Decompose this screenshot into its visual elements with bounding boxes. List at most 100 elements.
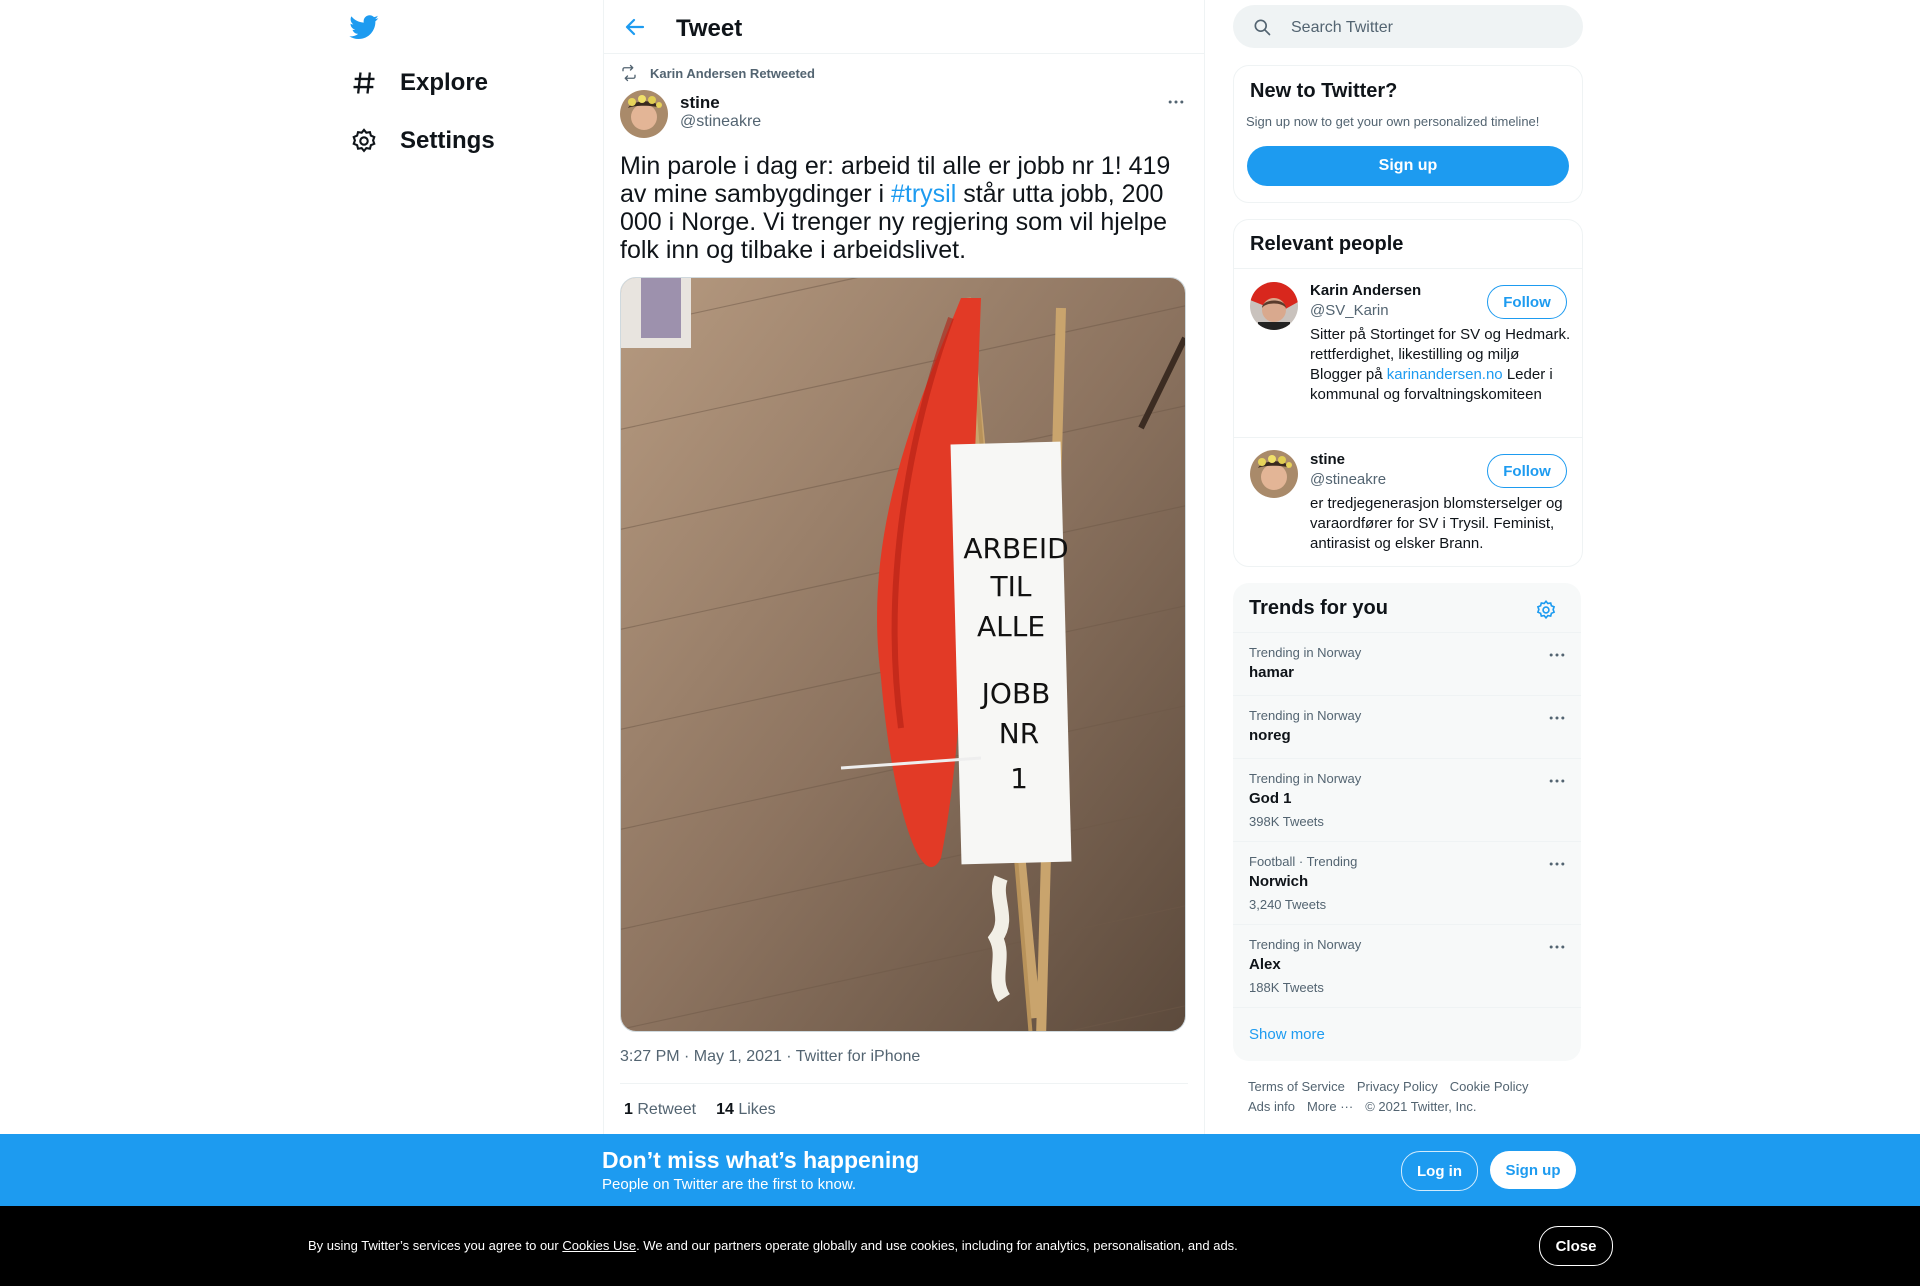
back-arrow-icon[interactable] <box>623 15 647 39</box>
search-icon <box>1254 19 1271 36</box>
footer-link[interactable]: Terms of Service <box>1248 1079 1345 1094</box>
note-line: JOBB <box>980 677 1051 710</box>
note-line: 1 <box>1010 762 1028 795</box>
cookies-use-link[interactable]: Cookies Use <box>562 1238 636 1253</box>
nav-explore[interactable]: Explore <box>350 63 488 103</box>
trend-item[interactable]: Trending in Norway God 1 398K Tweets <box>1233 758 1581 842</box>
relevant-people-card: Relevant people Karin Andersen @SV_Karin… <box>1233 219 1583 567</box>
person-handle[interactable]: @SV_Karin <box>1310 302 1389 319</box>
trend-item[interactable]: Trending in Norway noreg <box>1233 695 1581 759</box>
trend-item[interactable]: Trending in Norway Alex 188K Tweets <box>1233 924 1581 1008</box>
trend-item[interactable]: Trending in Norway hamar <box>1233 632 1581 696</box>
cookie-text-part: . We and our partners operate globally a… <box>636 1238 1238 1253</box>
bio-link[interactable]: karinandersen.no <box>1387 366 1503 383</box>
trend-context: Football · Trending <box>1249 854 1358 869</box>
tweet-text: Min parole i dag er: arbeid til alle er … <box>620 152 1194 264</box>
divider <box>1234 268 1582 269</box>
follow-button[interactable]: Follow <box>1487 285 1567 319</box>
person-avatar[interactable] <box>1250 450 1298 498</box>
show-more-row[interactable]: Show more <box>1233 1007 1581 1061</box>
footer-link[interactable]: Ads info <box>1248 1099 1295 1114</box>
note-line: TIL <box>990 570 1032 603</box>
person-handle[interactable]: @stineakre <box>1310 471 1386 488</box>
person-bio: er tredjegenerasjon blomsterselger og va… <box>1310 495 1563 552</box>
search-input[interactable] <box>1289 5 1563 50</box>
trend-name: noreg <box>1249 727 1291 744</box>
log-in-button[interactable]: Log in <box>1401 1151 1478 1191</box>
hashtag-icon <box>353 72 375 94</box>
twitter-logo-icon[interactable] <box>349 12 379 42</box>
trend-count: 188K Tweets <box>1249 980 1324 995</box>
footer-link[interactable]: More ··· <box>1307 1099 1353 1114</box>
hashtag-link[interactable]: #trysil <box>891 180 956 208</box>
trends-title: Trends for you <box>1249 597 1388 619</box>
new-to-twitter-card: New to Twitter? Sign up now to get your … <box>1233 65 1583 203</box>
show-more-link[interactable]: Show more <box>1249 1026 1325 1043</box>
search-box[interactable] <box>1233 5 1583 50</box>
tweet-column: Tweet Karin Andersen Retweeted stine @st… <box>603 0 1205 1134</box>
trend-context: Trending in Norway <box>1249 937 1362 952</box>
note-line: ARBEID <box>963 532 1068 565</box>
promo-title: Don’t miss what’s happening <box>602 1147 920 1173</box>
tweet-header: Tweet <box>604 0 1204 54</box>
retweet-context[interactable]: Karin Andersen Retweeted <box>620 64 815 82</box>
more-options-icon[interactable] <box>1547 645 1567 665</box>
retweet-stat[interactable]: 1 Retweet <box>624 1101 696 1119</box>
trend-name: God 1 <box>1249 790 1292 807</box>
tweet-timestamp[interactable]: 3:27 PM · May 1, 2021 · Twitter for iPho… <box>620 1048 920 1066</box>
trends-card: Trends for you Trending in Norway hamar … <box>1233 583 1581 1061</box>
trend-context: Trending in Norway <box>1249 645 1362 660</box>
retweet-count: 1 <box>624 1101 633 1118</box>
more-options-icon[interactable] <box>1547 937 1567 957</box>
author-handle[interactable]: @stineakre <box>680 113 761 131</box>
person-avatar[interactable] <box>1250 282 1298 330</box>
trend-count: 3,240 Tweets <box>1249 897 1327 912</box>
cookie-text-part: By using Twitter’s services you agree to… <box>308 1238 563 1253</box>
tweet-photo[interactable]: ARBEID TIL ALLE JOBB NR 1 <box>620 277 1186 1032</box>
more-options-icon[interactable] <box>1547 854 1567 874</box>
trend-name: Alex <box>1249 956 1281 973</box>
author-name[interactable]: stine <box>680 93 720 113</box>
author-avatar[interactable] <box>620 90 668 138</box>
trend-context: Trending in Norway <box>1249 708 1362 723</box>
settings-gear-icon[interactable] <box>1535 599 1557 621</box>
tweet-stats: 1 Retweet 14 Likes <box>624 1101 776 1119</box>
copyright: © 2021 Twitter, Inc. <box>1365 1099 1477 1114</box>
more-options-icon[interactable] <box>1547 771 1567 791</box>
likes-stat[interactable]: 14 Likes <box>716 1101 776 1119</box>
promo-subtitle: People on Twitter are the first to know. <box>602 1176 857 1193</box>
more-options-icon[interactable] <box>1166 92 1186 112</box>
divider <box>1234 437 1582 438</box>
cookie-banner: By using Twitter’s services you agree to… <box>0 1206 1920 1286</box>
footer-link[interactable]: Privacy Policy <box>1357 1079 1438 1094</box>
note-line: NR <box>999 717 1039 750</box>
close-button[interactable]: Close <box>1539 1226 1613 1266</box>
nav-settings-label: Settings <box>400 127 495 154</box>
footer-links: Terms of Service Privacy Policy Cookie Pol… <box>1248 1077 1578 1117</box>
person-bio: Sitter på Stortinget for SV og Hedmark. … <box>1310 325 1572 405</box>
promo-banner: Don’t miss what’s happening People on Tw… <box>0 1134 1920 1206</box>
likes-label: Likes <box>738 1101 776 1118</box>
cookie-text: By using Twitter’s services you agree to… <box>308 1238 1238 1253</box>
trend-count: 398K Tweets <box>1249 814 1324 829</box>
note-line: ALLE <box>977 610 1045 643</box>
new-to-twitter-subtitle: Sign up now to get your own personalized… <box>1246 114 1540 129</box>
trend-item[interactable]: Football · Trending Norwich 3,240 Tweets <box>1233 841 1581 925</box>
sign-up-button[interactable]: Sign up <box>1247 146 1569 186</box>
footer-link[interactable]: Cookie Policy <box>1450 1079 1529 1094</box>
trend-context: Trending in Norway <box>1249 771 1362 786</box>
trend-name: Norwich <box>1249 873 1309 890</box>
retweeted-by-label: Karin Andersen Retweeted <box>650 65 815 81</box>
nav-settings[interactable]: Settings <box>350 121 495 161</box>
nav-explore-label: Explore <box>400 69 489 96</box>
page-title: Tweet <box>676 15 743 42</box>
retweet-icon <box>622 64 636 82</box>
promo-sign-up-button[interactable]: Sign up <box>1490 1151 1576 1189</box>
person-name[interactable]: Karin Andersen <box>1310 282 1421 299</box>
person-name[interactable]: stine <box>1310 451 1345 468</box>
like-count: 14 <box>716 1101 734 1118</box>
retweet-label: Retweet <box>637 1101 697 1118</box>
more-options-icon[interactable] <box>1547 708 1567 728</box>
follow-button[interactable]: Follow <box>1487 454 1567 488</box>
trend-name: hamar <box>1249 664 1295 681</box>
